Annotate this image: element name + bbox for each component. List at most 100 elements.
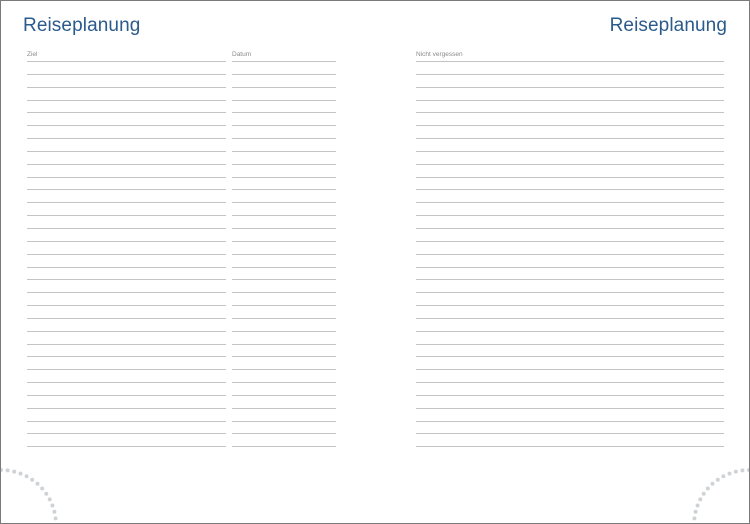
ruled-line[interactable] (416, 345, 724, 358)
ruled-line[interactable] (232, 178, 336, 191)
ruled-line[interactable] (27, 280, 226, 294)
ruled-line[interactable] (232, 280, 336, 294)
ruled-line[interactable] (416, 139, 724, 152)
ruled-line[interactable] (416, 319, 724, 332)
ruled-line[interactable] (27, 409, 226, 422)
ruled-line[interactable] (232, 126, 336, 140)
ruled-line[interactable] (232, 383, 336, 396)
ruled-line[interactable] (232, 216, 336, 229)
ruled-line[interactable] (416, 88, 724, 101)
ruled-line[interactable] (27, 88, 226, 101)
ruled-line[interactable] (232, 357, 336, 371)
ruled-line[interactable] (232, 75, 336, 88)
ruled-line[interactable] (232, 396, 336, 409)
ruled-line[interactable] (232, 165, 336, 178)
ruled-line[interactable] (232, 101, 336, 114)
ruled-line[interactable] (416, 357, 724, 371)
ruled-line[interactable] (232, 268, 336, 281)
ruled-line[interactable] (27, 242, 226, 255)
ruled-line[interactable] (416, 268, 724, 281)
decorative-dot (44, 491, 49, 496)
ruled-line[interactable] (416, 332, 724, 345)
ruled-line[interactable] (416, 242, 724, 255)
ruled-line[interactable] (416, 409, 724, 422)
ruled-line[interactable] (232, 319, 336, 332)
nicht-vergessen-column-lines[interactable] (416, 61, 724, 448)
ruled-line[interactable] (27, 357, 226, 371)
ruled-line[interactable] (27, 75, 226, 88)
ruled-line[interactable] (416, 165, 724, 178)
ruled-line[interactable] (232, 293, 336, 307)
ruled-line[interactable] (27, 178, 226, 191)
ruled-line[interactable] (416, 126, 724, 140)
ruled-line[interactable] (27, 434, 226, 448)
ruled-line[interactable] (232, 190, 336, 204)
ruled-line[interactable] (232, 139, 336, 152)
ruled-line[interactable] (416, 255, 724, 268)
ruled-line[interactable] (27, 293, 226, 307)
ziel-column-lines[interactable] (27, 61, 226, 448)
ruled-line[interactable] (27, 332, 226, 345)
ruled-line[interactable] (416, 113, 724, 127)
ruled-line[interactable] (232, 345, 336, 358)
ruled-line[interactable] (27, 203, 226, 217)
ruled-line[interactable] (416, 190, 724, 204)
ruled-line[interactable] (232, 306, 336, 319)
ruled-line[interactable] (27, 229, 226, 242)
ruled-line[interactable] (232, 434, 336, 448)
ruled-line[interactable] (416, 203, 724, 217)
ruled-line[interactable] (27, 216, 226, 229)
ruled-line[interactable] (416, 370, 724, 384)
ruled-line[interactable] (416, 434, 724, 448)
ruled-line[interactable] (27, 383, 226, 396)
ruled-line[interactable] (232, 203, 336, 217)
ruled-line[interactable] (27, 101, 226, 114)
ruled-line[interactable] (27, 345, 226, 358)
ruled-line[interactable] (27, 396, 226, 409)
ruled-line[interactable] (232, 229, 336, 242)
ruled-line[interactable] (416, 229, 724, 242)
ruled-line[interactable] (416, 152, 724, 165)
ruled-line[interactable] (232, 62, 336, 75)
ruled-line[interactable] (27, 255, 226, 268)
ruled-line[interactable] (27, 306, 226, 319)
decorative-dot (18, 471, 23, 476)
ruled-line[interactable] (416, 293, 724, 307)
ruled-line[interactable] (416, 306, 724, 319)
ruled-line[interactable] (416, 178, 724, 191)
ruled-line[interactable] (416, 75, 724, 88)
ruled-line[interactable] (232, 242, 336, 255)
ruled-line[interactable] (232, 152, 336, 165)
ruled-line[interactable] (232, 422, 336, 435)
ruled-line[interactable] (232, 88, 336, 101)
ruled-line[interactable] (416, 280, 724, 294)
ruled-line[interactable] (27, 422, 226, 435)
ruled-line[interactable] (232, 113, 336, 127)
ruled-line[interactable] (232, 409, 336, 422)
ruled-line[interactable] (416, 422, 724, 435)
ruled-line[interactable] (416, 383, 724, 396)
ruled-line[interactable] (232, 370, 336, 384)
decorative-dot (705, 486, 710, 491)
ruled-line[interactable] (232, 332, 336, 345)
ruled-line[interactable] (27, 152, 226, 165)
ruled-line[interactable] (27, 62, 226, 75)
left-page-title: Reiseplanung (23, 15, 141, 36)
ruled-line[interactable] (27, 370, 226, 384)
ruled-line[interactable] (416, 101, 724, 114)
ruled-line[interactable] (416, 216, 724, 229)
ruled-line[interactable] (27, 165, 226, 178)
decorative-dot (40, 486, 45, 491)
ruled-line[interactable] (27, 319, 226, 332)
ruled-line[interactable] (27, 190, 226, 204)
ruled-line[interactable] (27, 113, 226, 127)
ruled-line[interactable] (232, 255, 336, 268)
ruled-line[interactable] (416, 62, 724, 75)
ruled-line[interactable] (27, 139, 226, 152)
ruled-line[interactable] (27, 268, 226, 281)
ruled-line[interactable] (27, 126, 226, 140)
datum-column-lines[interactable] (232, 61, 336, 448)
decorative-dot (701, 491, 706, 496)
decorative-dot (47, 497, 52, 502)
ruled-line[interactable] (416, 396, 724, 409)
